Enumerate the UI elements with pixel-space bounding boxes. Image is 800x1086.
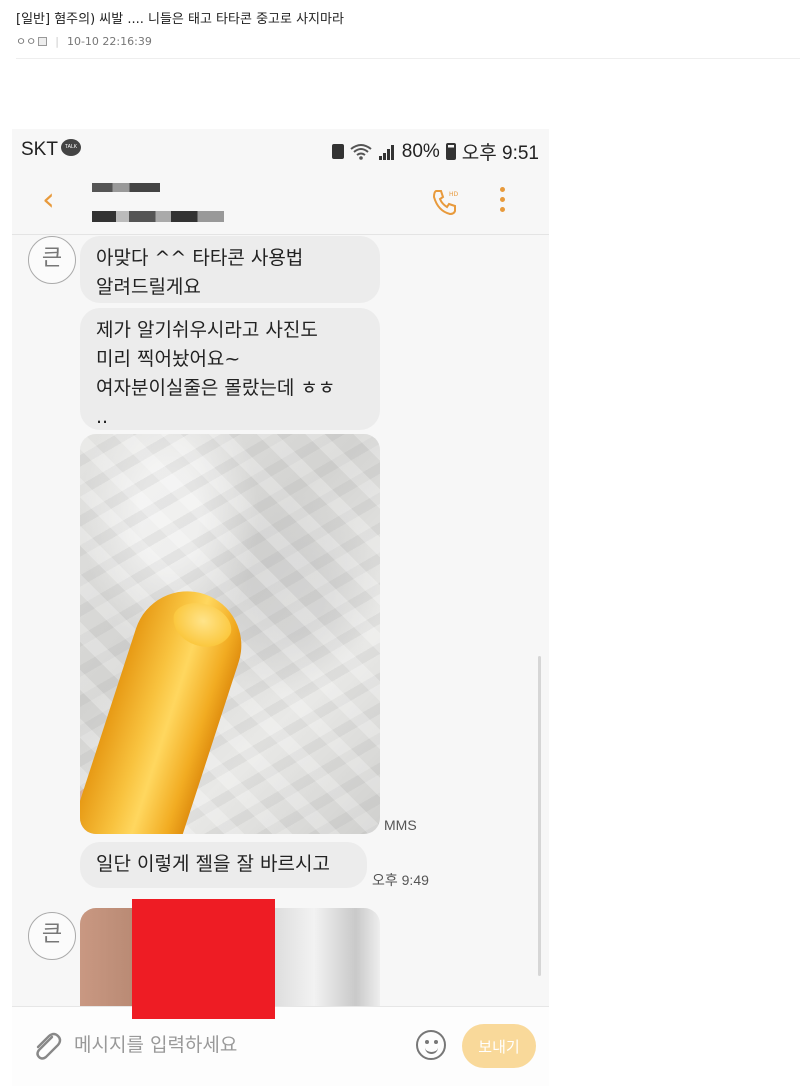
wifi-icon xyxy=(350,143,372,160)
scrollbar[interactable] xyxy=(538,656,541,976)
carrier-label: SKT xyxy=(21,139,58,160)
post-datetime: 10-10 22:16:39 xyxy=(66,34,152,48)
contact-number-censored xyxy=(92,211,224,222)
contact-avatar[interactable]: 큰 xyxy=(28,912,76,960)
message-bubble[interactable]: 아맞다 ^^ 타타콘 사용법 알려드릴게요 xyxy=(80,236,380,303)
message-input-bar: 보내기 xyxy=(12,1006,549,1086)
status-time: 오후 9:51 xyxy=(461,143,539,164)
message-time: 오후 9:49 xyxy=(372,872,429,888)
mms-photo[interactable] xyxy=(80,434,380,834)
emoji-icon[interactable] xyxy=(416,1030,446,1060)
mms-label: MMS xyxy=(384,817,417,833)
red-censor-block xyxy=(132,899,275,1019)
chevron-left-icon[interactable]: ‹ xyxy=(42,183,55,215)
status-bar: SKT TALK 80% 오후 9:51 xyxy=(12,129,549,169)
post-title[interactable]: [일반] 혐주의) 씨발 .... 니들은 태고 타타콘 중고로 사지마라 xyxy=(16,8,344,27)
post-divider xyxy=(16,58,800,59)
contact-avatar[interactable]: 큰 xyxy=(28,236,76,284)
post-author[interactable]: ㅇㅇ xyxy=(16,33,36,49)
hd-call-icon[interactable]: HD xyxy=(430,187,460,217)
signal-icon xyxy=(378,144,394,160)
svg-text:HD: HD xyxy=(449,191,459,198)
author-badge-icon xyxy=(38,36,48,46)
message-input[interactable] xyxy=(74,1025,404,1065)
meta-separator: | xyxy=(55,34,59,48)
post-header: [일반] 혐주의) 씨발 .... 니들은 태고 타타콘 중고로 사지마라 ㅇㅇ… xyxy=(0,0,800,62)
battery-icon xyxy=(445,143,456,160)
message-bubble[interactable]: 일단 이렇게 젤을 잘 바르시고 xyxy=(80,842,367,888)
send-button[interactable]: 보내기 xyxy=(462,1024,536,1068)
paperclip-icon[interactable] xyxy=(30,1029,64,1063)
post-meta: ㅇㅇ | 10-10 22:16:39 xyxy=(16,33,152,49)
battery-percent: 80% xyxy=(401,140,440,162)
phone-screenshot: SKT TALK 80% 오후 9:51 ‹ HD 큰 아맞다 ^^ 타타콘 사… xyxy=(12,129,549,1086)
more-vertical-icon[interactable] xyxy=(495,187,509,217)
message-bubble[interactable]: 제가 알기쉬우시라고 사진도 미리 찍어놨어요~ 여자분이실줄은 몰랐는데 ㅎㅎ… xyxy=(80,308,380,430)
kakaotalk-notification-icon: TALK xyxy=(61,139,81,156)
contact-name-censored xyxy=(92,183,160,192)
message-list[interactable]: 큰 아맞다 ^^ 타타콘 사용법 알려드릴게요 제가 알기쉬우시라고 사진도 미… xyxy=(12,236,549,1018)
status-right: 80% 오후 9:51 xyxy=(331,138,539,165)
lock-icon xyxy=(331,144,344,159)
chat-header: ‹ HD xyxy=(12,169,549,235)
